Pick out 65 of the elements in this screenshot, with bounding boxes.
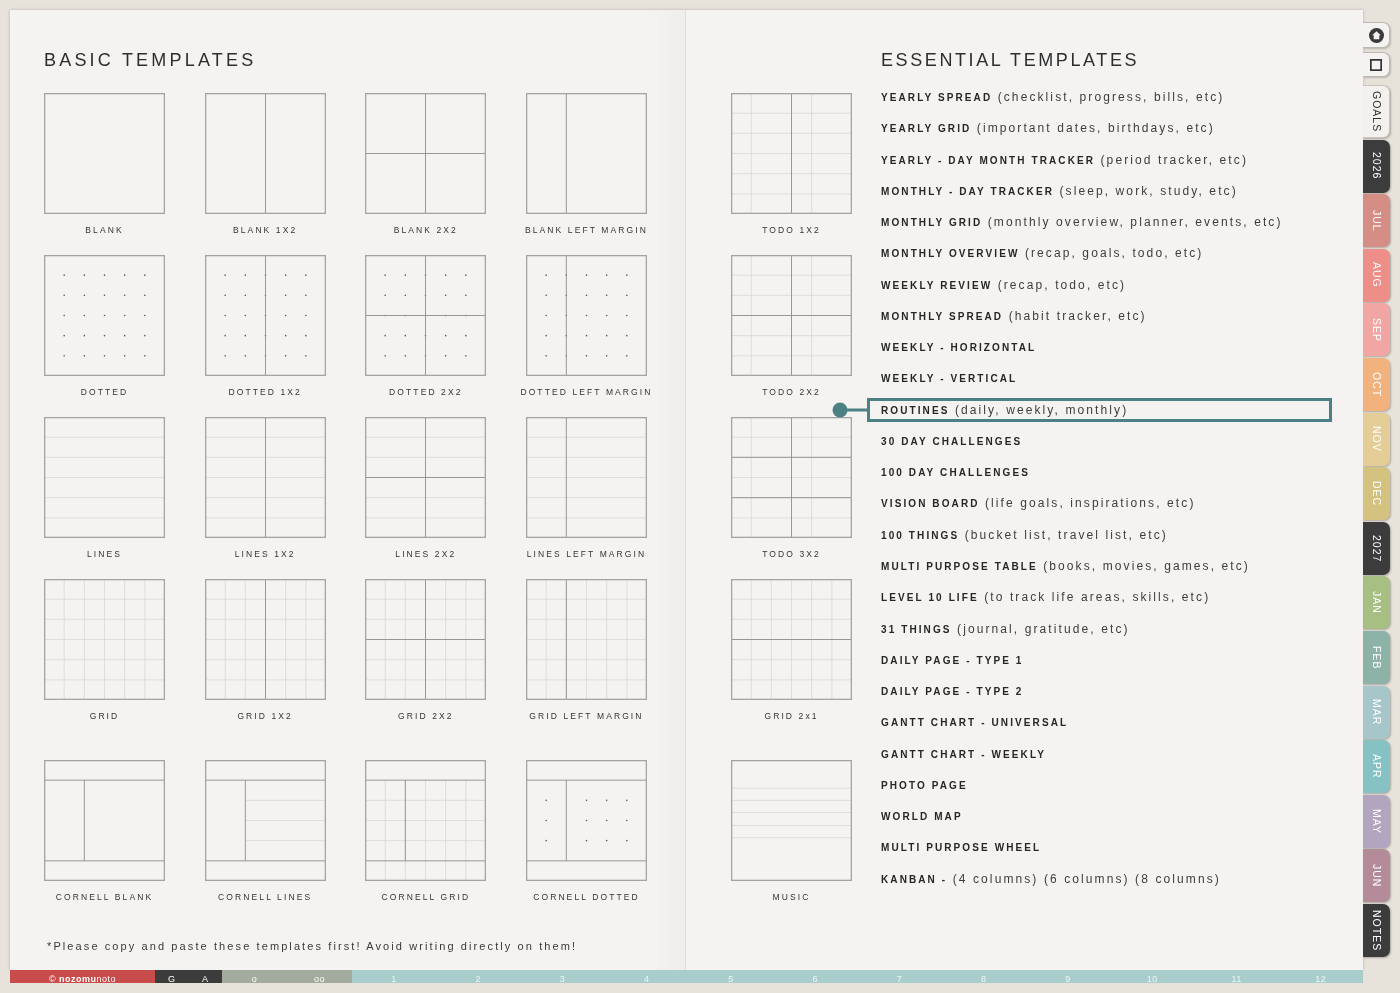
template-link[interactable]: WORLD MAP [881,804,963,829]
template-label: BLANK 1X2 [233,224,298,237]
template-label: GRID 2x1 [764,710,819,723]
template-label: TODO 3X2 [762,548,821,561]
template-link[interactable]: MONTHLY GRID (monthly overview, planner, events, etc) [881,210,1283,235]
side-tab[interactable]: GOALS [1363,85,1390,138]
template-label: DOTTED LEFT MARGIN [520,386,653,399]
template-link[interactable]: WEEKLY REVIEW (recap, todo, etc) [881,272,1127,297]
template-label: GRID [89,710,120,723]
template-label: CORNELL DOTTED [533,891,640,904]
square-tab[interactable] [1363,52,1390,77]
home-button[interactable] [1363,22,1390,48]
template-label: CORNELL BLANK [55,891,154,904]
template-label: GRID LEFT MARGIN [529,710,644,723]
template-link[interactable]: VISION BOARD (life goals, inspirations, etc) [881,491,1196,516]
template-label: LINES [86,548,123,561]
template-label: BLANK [85,224,124,237]
template-link[interactable]: 100 THINGS (bucket list, travel list, etc) [881,522,1168,547]
footnote-text: *Please copy and paste these templates first! Avoid writing directly on them! [47,939,578,953]
template-link[interactable]: 31 THINGS (journal, gratitude, etc) [881,616,1130,641]
template-link[interactable]: MONTHLY - DAY TRACKER (sleep, work, study, etc) [881,178,1238,203]
copyright-text: © nozomunoto [48,974,117,984]
template-link[interactable]: WEEKLY - HORIZONTAL [881,335,1037,360]
letter-tab[interactable]: A [202,974,209,984]
template-link[interactable]: MONTHLY SPREAD (habit tracker, etc) [881,303,1147,328]
template-label: DOTTED 2X2 [389,386,463,399]
template-label: DOTTED 1X2 [228,386,302,399]
home-icon [1368,27,1384,43]
template-label: LINES 2X2 [395,548,457,561]
side-tab[interactable]: 2027 [1363,521,1390,575]
template-link[interactable]: MONTHLY OVERVIEW (recap, goals, todo, etc) [881,241,1204,266]
template-label: BLANK LEFT MARGIN [525,224,648,237]
section-title: ESSENTIAL TEMPLATES [881,49,1140,71]
template-label: CORNELL GRID [381,891,471,904]
template-link[interactable]: 30 DAY CHALLENGES [881,428,1023,453]
template-label: LINES LEFT MARGIN [526,548,647,561]
template-link[interactable]: GANTT CHART - WEEKLY [881,741,1046,766]
template-link[interactable]: 100 DAY CHALLENGES [881,460,1030,485]
template-link[interactable]: GANTT CHART - UNIVERSAL [881,710,1069,735]
template-label: TODO 2X2 [762,386,821,399]
template-link[interactable]: DAILY PAGE - TYPE 1 [881,647,1024,672]
template-link[interactable]: WEEKLY - VERTICAL [881,366,1018,391]
template-label: DOTTED [80,386,129,399]
template-label: TODO 1X2 [762,224,821,237]
template-link[interactable]: MULTI PURPOSE TABLE (books, movies, games, etc) [881,554,1250,578]
template-link[interactable]: DAILY PAGE - TYPE 2 [881,679,1024,704]
template-label: CORNELL LINES [218,891,313,904]
template-label: GRID 1X2 [237,710,293,723]
template-link[interactable]: PHOTO PAGE [881,772,968,797]
template-link[interactable]: LEVEL 10 LIFE (to track life areas, skills, etc) [881,585,1211,610]
template-label: BLANK 2X2 [393,224,458,237]
letter-tab[interactable]: G [168,974,176,984]
template-label: MUSIC [772,891,811,904]
side-tab[interactable]: 2026 [1363,139,1390,193]
dot-connector-icon [832,401,867,418]
template-link[interactable]: YEARLY SPREAD (checklist, progress, bills, etc) [881,85,1225,109]
square-icon [1370,58,1382,71]
template-link[interactable]: YEARLY GRID (important dates, birthdays, etc) [881,116,1215,141]
template-link[interactable]: YEARLY - DAY MONTH TRACKER (period tracker, etc) [881,147,1248,172]
template-link[interactable]: KANBAN - (4 columns) (6 columns) (8 columns) [881,866,1221,891]
section-title: BASIC TEMPLATES [44,49,257,71]
template-link[interactable]: MULTI PURPOSE WHEEL [881,835,1042,860]
template-label: GRID 2X2 [398,710,454,723]
side-tab[interactable]: NOTES [1363,903,1390,957]
template-label: LINES 1X2 [234,548,296,561]
